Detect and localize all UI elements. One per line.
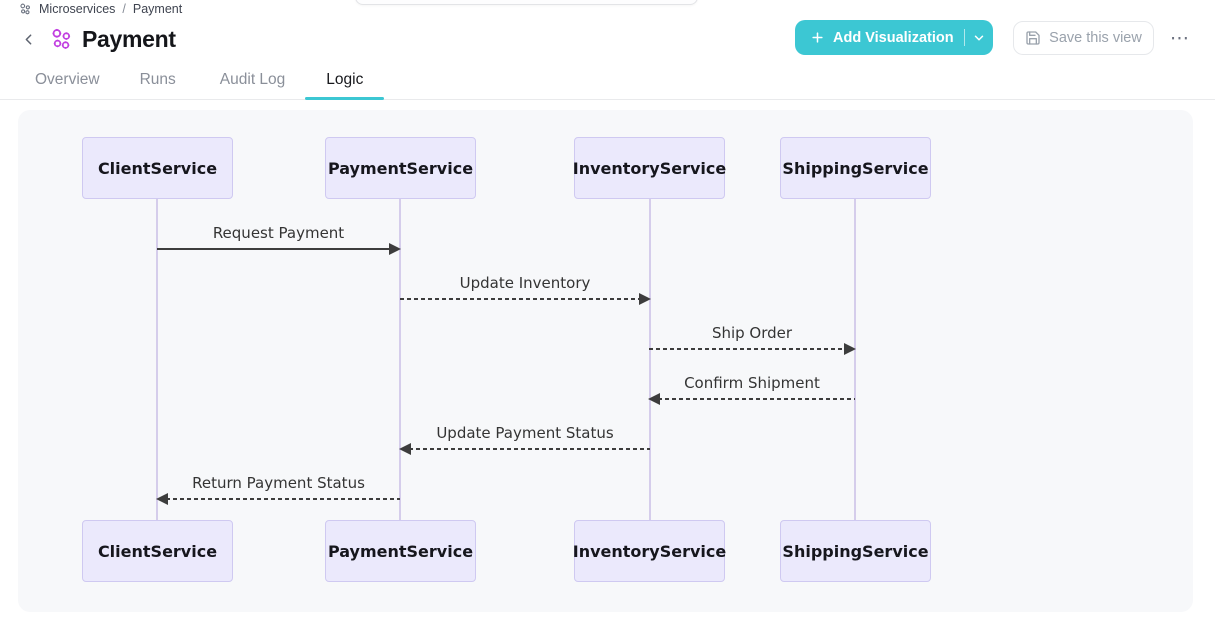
arrowhead-left-icon [399,443,411,455]
message-line [402,448,650,450]
message-request-payment: Request Payment [157,218,400,252]
add-visualization-button[interactable]: Add Visualization [795,30,964,46]
sequence-diagram: ClientService PaymentService InventorySe… [18,110,1193,612]
breadcrumb: Microservices / Payment [18,0,182,17]
floppy-disk-icon [1025,30,1041,46]
message-update-payment-status: Update Payment Status [400,418,650,452]
microservices-cluster-icon [48,26,74,52]
actor-inventoryservice-top: InventoryService [574,137,725,199]
arrowhead-right-icon [389,243,401,255]
message-ship-order: Ship Order [649,318,855,352]
tab-label: Audit Log [220,71,286,89]
actor-inventoryservice-bottom: InventoryService [574,520,725,582]
message-line [649,348,853,350]
actor-paymentservice-bottom: PaymentService [325,520,476,582]
message-label: Return Payment Status [157,474,400,492]
actor-clientservice-bottom: ClientService [82,520,233,582]
add-visualization-dropdown-toggle[interactable] [965,20,993,55]
actor-clientservice-top: ClientService [82,137,233,199]
chevron-left-icon [20,31,37,48]
breadcrumb-current[interactable]: Payment [133,2,182,16]
page-title: Payment [82,26,176,53]
message-return-payment-status: Return Payment Status [157,468,400,502]
add-visualization-label: Add Visualization [833,30,954,46]
breadcrumb-root[interactable]: Microservices [39,2,115,16]
message-label: Request Payment [157,224,400,242]
plus-icon [810,30,825,45]
message-label: Ship Order [649,324,855,342]
tab-label: Logic [326,71,363,89]
cutoff-popup [355,0,698,5]
message-line [159,498,400,500]
tab-label: Runs [140,71,176,89]
tab-bar: Overview Runs Audit Log Logic [0,60,1215,100]
tab-audit-log[interactable]: Audit Log [220,60,286,99]
active-tab-underline [305,97,384,100]
message-label: Update Payment Status [400,424,650,442]
arrowhead-right-icon [844,343,856,355]
save-view-label: Save this view [1049,30,1142,46]
breadcrumb-separator: / [122,2,125,16]
tab-runs[interactable]: Runs [140,60,176,99]
message-label: Update Inventory [400,274,650,292]
chevron-down-icon [972,31,986,45]
back-button[interactable] [16,27,40,51]
lifeline-shippingservice [854,199,856,520]
lifeline-inventoryservice [649,199,651,520]
save-view-button[interactable]: Save this view [1013,21,1154,55]
arrowhead-right-icon [639,293,651,305]
message-line [651,398,855,400]
page-header: Payment [16,22,176,56]
logic-diagram-panel: ClientService PaymentService InventorySe… [18,110,1193,612]
tab-label: Overview [35,71,100,89]
tab-logic[interactable]: Logic [305,60,384,99]
microservices-cluster-icon [18,2,32,16]
message-confirm-shipment: Confirm Shipment [649,368,855,402]
message-line [157,248,398,250]
message-label: Confirm Shipment [649,374,855,392]
arrowhead-left-icon [648,393,660,405]
more-options-button[interactable]: ⋯ [1163,24,1197,52]
arrowhead-left-icon [156,493,168,505]
tab-overview[interactable]: Overview [35,60,100,99]
ellipsis-icon: ⋯ [1170,27,1190,49]
message-line [400,298,648,300]
add-visualization-split-button: Add Visualization [795,20,993,55]
actor-paymentservice-top: PaymentService [325,137,476,199]
actor-shippingservice-bottom: ShippingService [780,520,931,582]
message-update-inventory: Update Inventory [400,268,650,302]
actor-shippingservice-top: ShippingService [780,137,931,199]
